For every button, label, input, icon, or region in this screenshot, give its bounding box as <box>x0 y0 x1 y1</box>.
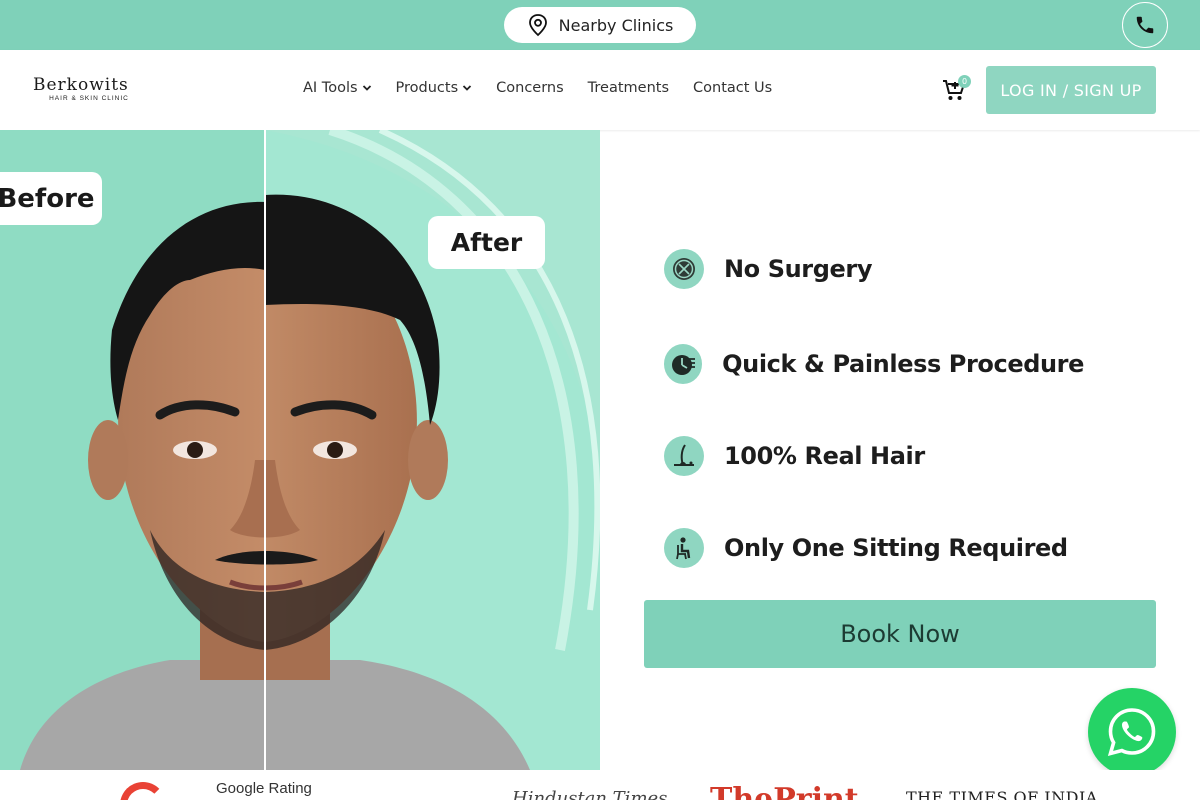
nav-item-label: Products <box>395 80 459 96</box>
nav-item-label: Concerns <box>496 80 564 96</box>
nav-item-products[interactable]: Products <box>396 80 473 96</box>
nav-item-treatments[interactable]: Treatments <box>588 80 669 96</box>
seated-person-icon <box>664 528 704 568</box>
press-logo-theprint: ThePrint <box>710 782 859 800</box>
press-logo-times-of-india: THE TIMES OF INDIA <box>906 788 1098 800</box>
nearby-clinics-label: Nearby Clinics <box>558 15 674 35</box>
brand-tagline: HAIR & SKIN CLINIC <box>49 95 129 102</box>
phone-icon <box>1136 16 1154 34</box>
nav-item-label: Treatments <box>587 80 670 96</box>
cart-count-badge: 0 <box>958 75 971 88</box>
google-logo-icon <box>120 782 166 800</box>
nearby-clinics-button[interactable]: Nearby Clinics <box>504 7 696 43</box>
timer-icon <box>664 344 703 384</box>
benefit-label: No Surgery <box>724 255 873 283</box>
brand-name: Berkowits <box>33 75 129 95</box>
trust-strip: Google Rating Hindustan Times ThePrint T… <box>0 770 1200 800</box>
main-navbar: Berkowits HAIR & SKIN CLINIC AI Tools Pr… <box>0 50 1200 130</box>
cart-button[interactable]: 0 <box>942 75 971 103</box>
benefit-real-hair: 100% Real Hair <box>664 436 1084 476</box>
book-now-button[interactable]: Book Now <box>644 600 1156 668</box>
before-label: Before <box>0 172 102 225</box>
benefit-one-sitting: Only One Sitting Required <box>664 528 1084 568</box>
no-scalpel-icon <box>664 249 704 289</box>
location-pin-icon <box>528 14 547 37</box>
hair-strand-icon <box>664 436 704 476</box>
benefit-label: 100% Real Hair <box>724 442 925 470</box>
benefit-quick-painless: Quick & Painless Procedure <box>664 344 1084 384</box>
benefit-label: Only One Sitting Required <box>724 534 1068 562</box>
whatsapp-chat-button[interactable] <box>1088 688 1176 776</box>
call-button[interactable] <box>1122 2 1168 48</box>
whatsapp-icon <box>1107 708 1156 757</box>
benefit-no-surgery: No Surgery <box>664 249 1084 289</box>
google-rating-label: Google Rating <box>216 780 312 797</box>
nav-item-contact-us[interactable]: Contact Us <box>693 80 772 96</box>
press-logo-hindustan-times: Hindustan Times <box>512 788 668 800</box>
top-bar: Nearby Clinics <box>0 0 1200 50</box>
benefit-label: Quick & Painless Procedure <box>722 350 1084 378</box>
after-label: After <box>428 216 545 269</box>
chevron-down-icon <box>362 85 371 91</box>
nav-item-label: AI Tools <box>303 80 358 96</box>
before-after-image: Before After <box>0 130 600 770</box>
nav-item-ai-tools[interactable]: AI Tools <box>303 80 372 96</box>
nav-links: AI Tools Products Concerns Treatments Co… <box>303 80 772 96</box>
nav-item-label: Contact Us <box>693 80 773 96</box>
chevron-down-icon <box>463 85 472 91</box>
login-signup-button[interactable]: LOG IN / SIGN UP <box>986 66 1156 114</box>
nav-item-concerns[interactable]: Concerns <box>496 80 564 96</box>
brand-logo[interactable]: Berkowits HAIR & SKIN CLINIC <box>33 77 145 103</box>
